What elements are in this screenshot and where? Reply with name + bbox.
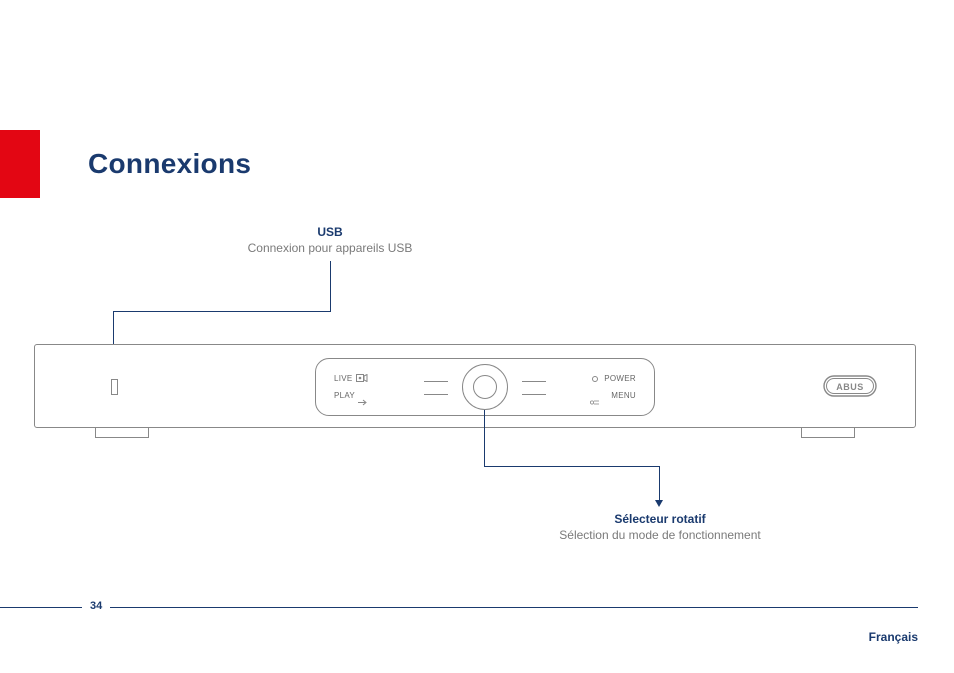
footer-language: Français	[869, 630, 918, 644]
leader-line	[484, 410, 485, 466]
page-number: 34	[82, 600, 110, 612]
play-arrow-icon	[358, 393, 368, 400]
leader-line	[330, 261, 331, 311]
margin-tab	[0, 130, 40, 198]
callout-usb: USB Connexion pour appareils USB	[210, 225, 450, 255]
label-live: LIVE	[334, 374, 353, 383]
camera-icon	[356, 374, 368, 382]
panel-mark	[522, 394, 546, 395]
label-menu: MENU	[611, 391, 636, 400]
leader-line	[659, 466, 660, 504]
arrowhead-icon	[655, 500, 663, 507]
brand-text: ABUS	[836, 382, 864, 392]
leader-line	[113, 311, 331, 312]
callout-usb-desc: Connexion pour appareils USB	[210, 241, 450, 255]
device-front-panel: LIVE PLAY POWER MENU	[34, 344, 916, 428]
label-play: PLAY	[334, 391, 355, 400]
device-foot	[801, 428, 855, 438]
callout-rotary: Sélecteur rotatif Sélection du mode de f…	[510, 512, 810, 542]
callout-usb-title: USB	[210, 225, 450, 239]
callout-rotary-desc: Sélection du mode de fonctionnement	[510, 528, 810, 542]
brand-logo: ABUS	[823, 375, 877, 397]
panel-mark	[424, 394, 448, 395]
control-panel: LIVE PLAY POWER MENU	[315, 358, 655, 416]
callout-rotary-title: Sélecteur rotatif	[510, 512, 810, 526]
page-title: Connexions	[88, 148, 251, 180]
footer-rule	[0, 607, 918, 608]
rotary-selector	[462, 364, 508, 410]
label-power: POWER	[604, 374, 636, 383]
menu-icon	[590, 393, 600, 400]
leader-line	[484, 466, 660, 467]
power-led-icon	[592, 376, 598, 382]
device-foot	[95, 428, 149, 438]
usb-port	[111, 379, 118, 395]
panel-mark	[522, 381, 546, 382]
rotary-selector-inner	[473, 375, 497, 399]
panel-mark	[424, 381, 448, 382]
